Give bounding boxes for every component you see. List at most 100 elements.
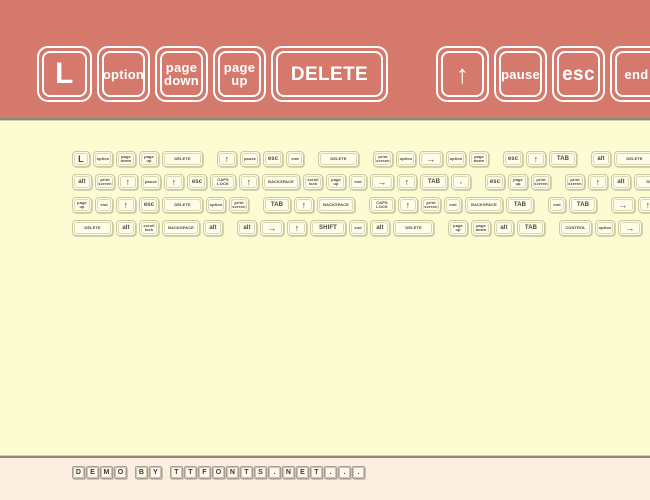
keycap-label: DELETE [290, 63, 369, 85]
keycap-label: DELETE [626, 155, 643, 161]
keycap-alt: alt [72, 174, 92, 190]
keycap-arrow-right: → [618, 220, 642, 236]
keycap-label: ↑ [595, 176, 601, 187]
sample-row: page up end ↑ esc DELETE option print screen TA… [72, 197, 650, 213]
keycap-label: pause [244, 155, 256, 161]
keycap-comma: , [451, 174, 471, 190]
keycap-tab: TAB [517, 220, 545, 236]
keycap-alt: alt [237, 220, 257, 236]
keycap-label: TAB [576, 202, 590, 208]
keycap-label: O [215, 469, 222, 476]
keycap-delete: DELETE [634, 174, 650, 190]
keycap-print-screen: print screen [373, 151, 393, 167]
keycap-label: T [244, 469, 249, 476]
keycap-label: ↑ [246, 176, 252, 187]
keycap-print-screen: print screen [531, 174, 551, 190]
keycap-m: M [100, 466, 113, 479]
keycap-backspace: BACKSPACE [465, 197, 503, 213]
keycap-label: option [102, 66, 145, 82]
keycap-n: N [282, 466, 295, 479]
keycap-label: BACKSPACE [471, 201, 497, 207]
keycap-label: page down [120, 153, 132, 163]
keycap-dot: . [268, 466, 281, 479]
keycap-label: option [598, 224, 612, 230]
keycap-label: print screen [376, 153, 390, 163]
keycap-label: alt [243, 225, 251, 231]
keycap-end: end [349, 220, 367, 236]
keycap-print-screen: print screen [229, 197, 249, 213]
footer-watermark: DEMOBYTTFONTS.NET... [72, 466, 366, 479]
keycap-label: print screen [534, 176, 548, 186]
keycap-label: TAB [524, 225, 538, 231]
keycap-label: page up [513, 176, 523, 186]
keycap-page-down: page down [469, 151, 489, 167]
keycap-label: page up [331, 176, 341, 186]
keycap-t: T [240, 466, 253, 479]
keycap-control: CONTROL [559, 220, 592, 236]
keycap-l: L [72, 151, 90, 167]
keycap-tab: TAB [263, 197, 291, 213]
keycap-label: esc [507, 156, 519, 162]
keycap-arrow-up: ↑ [526, 151, 546, 167]
keycap-label: print screen [424, 199, 438, 209]
keycap-label: BACKSPACE [268, 178, 294, 184]
keycap-arrow-up: ↑ [398, 197, 418, 213]
keycap-label: M [103, 469, 110, 476]
keycap-end: end [286, 151, 304, 167]
keycap-label: TAB [427, 179, 441, 185]
keycap-esc: esc [263, 151, 283, 167]
keycap-label: ↑ [455, 59, 470, 89]
keycap-label: esc [489, 179, 501, 185]
keycap-label: alt [78, 179, 86, 185]
keycap-page-down: page down [116, 151, 136, 167]
keycap-label: . [357, 469, 360, 476]
keycap-option: option [396, 151, 416, 167]
keycap-tab: TAB [569, 197, 597, 213]
keycap-label: alt [617, 179, 625, 185]
keycap-tab: TAB [506, 197, 534, 213]
keycap-pause: pause [494, 46, 547, 102]
keycap-label: print screen [232, 199, 246, 209]
keycap-label: → [625, 222, 635, 233]
keycap-delete: DELETE [393, 220, 434, 236]
keycap-arrow-right: → [260, 220, 284, 236]
keycap-label: ↑ [301, 199, 307, 210]
keycap-t: T [184, 466, 197, 479]
keycap-esc: esc [139, 197, 159, 213]
keycap-end: end [610, 46, 650, 102]
keycap-label: . [329, 469, 332, 476]
keycap-dot: . [352, 466, 365, 479]
keycap-page-up: page up [448, 220, 468, 236]
keycap-label: end [449, 201, 457, 207]
keycap-alt: alt [591, 151, 611, 167]
keycap-backspace: BACKSPACE [317, 197, 355, 213]
keycap-label: ↑ [125, 176, 131, 187]
keycap-label: alt [597, 156, 605, 162]
keycap-label: → [377, 176, 387, 187]
keycap-delete: DELETE [72, 220, 113, 236]
keycap-label: page up [223, 60, 256, 88]
keycap-label: TAB [556, 156, 570, 162]
keycap-arrow-up: ↑ [397, 174, 417, 190]
keycap-label: end [100, 201, 108, 207]
keycap-label: D [75, 469, 82, 476]
keycap-arrow-up: ↑ [294, 197, 314, 213]
keycap-label: ↑ [171, 176, 177, 187]
keycap-label: pause [501, 66, 540, 82]
keycap-label: SHIFT [319, 225, 337, 231]
keycap-delete: DELETE [318, 151, 359, 167]
keycap-delete: DELETE [271, 46, 388, 102]
footer-divider-highlight [0, 455, 650, 456]
sample-text-area: Loption page down page up DELETE ↑ pause esc en… [0, 121, 650, 455]
keycap-page-up: page up [139, 151, 159, 167]
keycap-esc: esc [503, 151, 523, 167]
keycap-caps-lock: CAPS LOCK [210, 174, 236, 190]
keycap-label: S [258, 469, 263, 476]
keycap-label: O [117, 469, 124, 476]
keycap-pause: pause [240, 151, 260, 167]
sample-row: Loption page down page up DELETE ↑ pause esc en… [72, 151, 650, 167]
keycap-arrow-up: ↑ [638, 197, 650, 213]
keycap-e: E [86, 466, 99, 479]
keycap-alt: alt [203, 220, 223, 236]
keycap-tab: TAB [549, 151, 577, 167]
